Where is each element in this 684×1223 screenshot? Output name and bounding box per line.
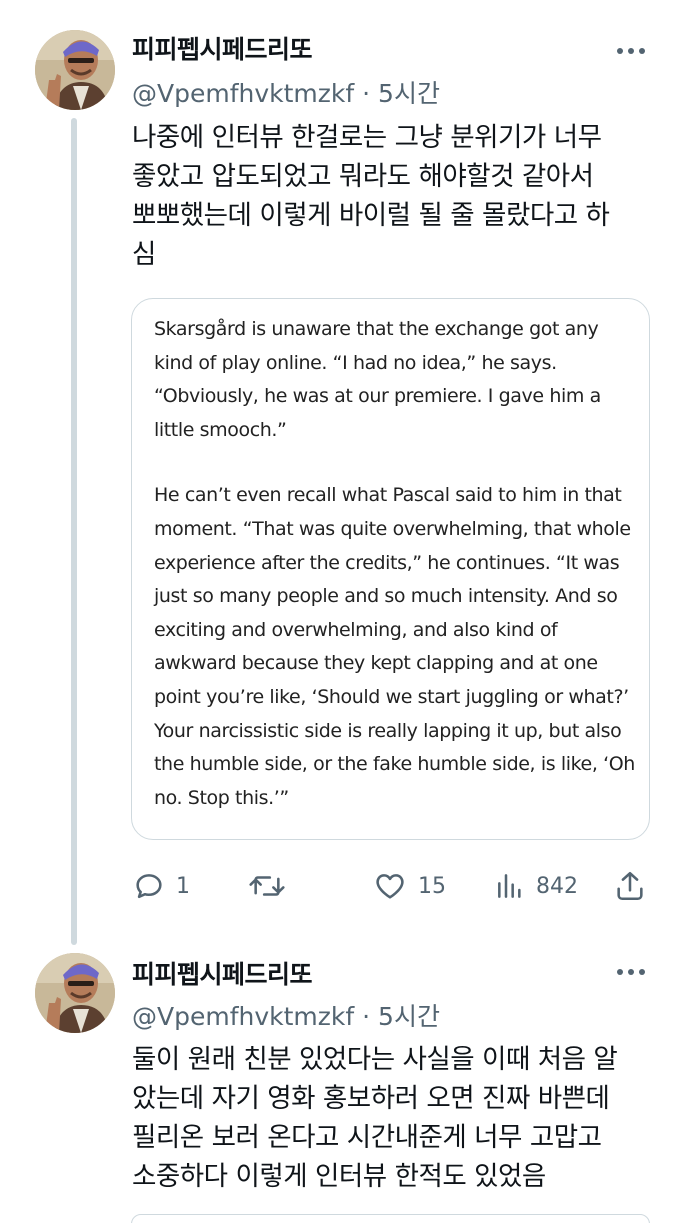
reply-icon: [132, 869, 166, 903]
like-count: 15: [418, 873, 446, 899]
share-button[interactable]: [612, 868, 648, 904]
views-icon: [494, 869, 526, 903]
like-button[interactable]: 15: [372, 868, 446, 904]
next-card-edge: [131, 1214, 650, 1223]
heart-icon: [372, 869, 408, 903]
more-icon[interactable]: [614, 40, 648, 62]
retweet-icon: [247, 869, 287, 903]
thread-connector-line: [71, 118, 77, 945]
reply-count: 1: [176, 873, 190, 899]
share-icon: [612, 869, 648, 903]
tweet-text: 나중에 인터뷰 한걸로는 그냥 분위기가 너무 좋았고 압도되었고 뭐라도 해야…: [132, 122, 610, 270]
reply-button[interactable]: 1: [132, 868, 190, 904]
author-meta: @Vpemfhvktmzkf · 5시간: [132, 74, 440, 110]
avatar[interactable]: [35, 30, 115, 110]
author-handle[interactable]: @Vpemfhvktmzkf: [132, 79, 354, 108]
tweet-text: 둘이 원래 친분 있었다는 사실을 이때 처음 알 았는데 자기 영화 홍보하러…: [132, 1044, 618, 1192]
tweet[interactable]: 피피펩시페드리또 @Vpemfhvktmzkf · 5시간 나중에 인터뷰 한걸…: [0, 0, 684, 945]
author-meta: @Vpemfhvktmzkf · 5시간: [132, 997, 440, 1033]
avatar[interactable]: [35, 953, 115, 1033]
quoted-text: Skarsgård is unaware that the exchange g…: [154, 313, 639, 815]
tweet-timestamp[interactable]: 5시간: [378, 1002, 440, 1031]
quoted-image-card[interactable]: Skarsgård is unaware that the exchange g…: [131, 298, 650, 840]
view-count: 842: [536, 873, 578, 899]
tweet-timestamp[interactable]: 5시간: [378, 79, 440, 108]
author-display-name[interactable]: 피피펩시페드리또: [132, 30, 313, 66]
meta-separator: ·: [362, 1002, 371, 1031]
author-handle[interactable]: @Vpemfhvktmzkf: [132, 1002, 354, 1031]
tweet-actions: 1 15 842: [0, 868, 684, 908]
quote-paragraph: Skarsgård is unaware that the exchange g…: [154, 318, 601, 441]
meta-separator: ·: [362, 79, 371, 108]
retweet-button[interactable]: [247, 868, 297, 904]
views-button[interactable]: 842: [494, 868, 578, 904]
quote-paragraph: He can’t even recall what Pascal said to…: [154, 484, 635, 809]
more-icon[interactable]: [614, 961, 648, 983]
author-display-name[interactable]: 피피펩시페드리또: [132, 955, 313, 991]
